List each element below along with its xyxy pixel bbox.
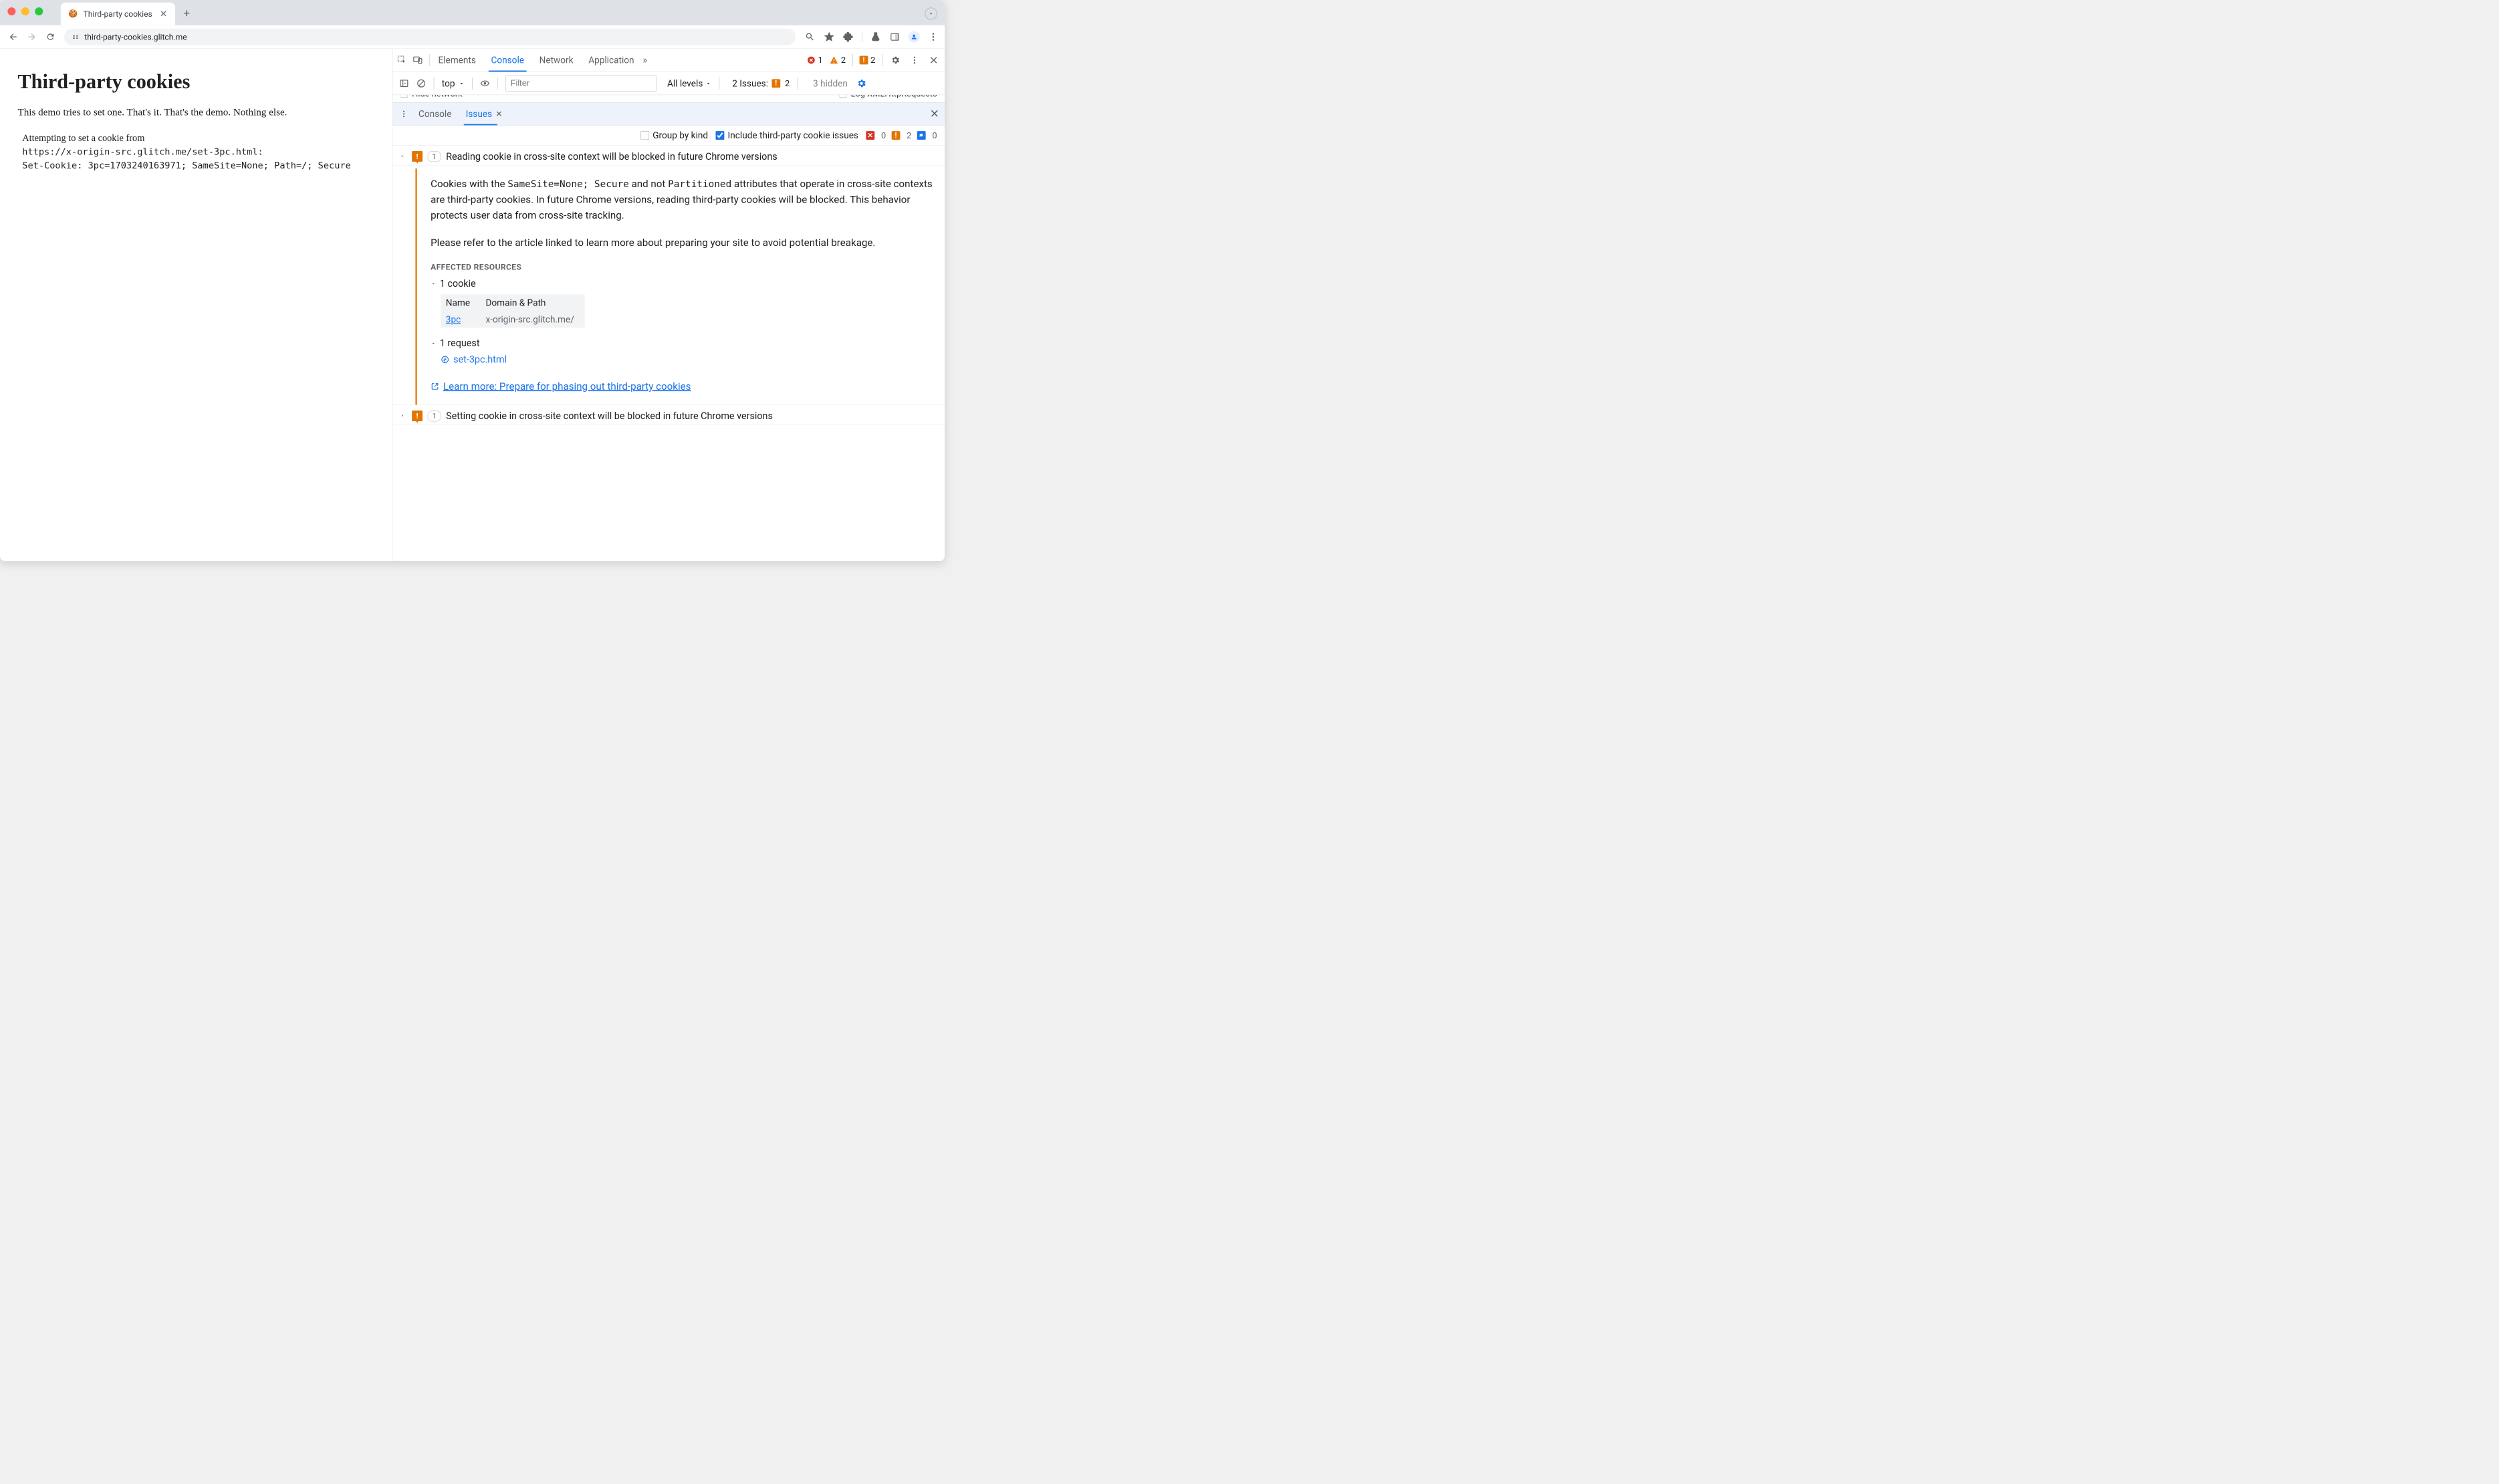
- info-count-icon: [917, 131, 926, 140]
- window-minimize-icon[interactable]: [21, 7, 29, 15]
- issue-count: 1: [428, 410, 441, 421]
- issue-count: 1: [428, 151, 441, 162]
- tab-title: Third-party cookies: [83, 9, 152, 19]
- affected-resources-heading: Affected Resources: [431, 262, 937, 271]
- issue-title: Setting cookie in cross-site context wil…: [446, 410, 773, 422]
- drawer-close-icon[interactable]: [929, 108, 939, 120]
- bookmark-icon[interactable]: [824, 31, 835, 42]
- learn-more-link[interactable]: Learn more: Prepare for phasing out thir…: [431, 380, 937, 392]
- log-line: https://x-origin-src.glitch.me/set-3pc.h…: [22, 145, 374, 158]
- devtools-menu-icon[interactable]: [909, 53, 921, 66]
- tab-console[interactable]: Console: [485, 49, 531, 72]
- warning-count-icon: !: [892, 131, 901, 140]
- forward-button[interactable]: [24, 29, 39, 45]
- drawer-tab-console[interactable]: Console: [413, 102, 457, 125]
- zoom-icon[interactable]: [804, 31, 816, 42]
- url-text: third-party-cookies.glitch.me: [84, 32, 187, 41]
- warning-badge[interactable]: 2: [830, 55, 846, 65]
- disclosure-icon[interactable]: [398, 411, 407, 420]
- issues-toolbar: Group by kind Include third-party cookie…: [392, 125, 945, 145]
- table-header: Domain & Path: [481, 294, 585, 311]
- show-sidebar-icon[interactable]: [399, 78, 408, 88]
- drawer-tab-close-icon[interactable]: ✕: [495, 109, 502, 118]
- drawer-tab-issues[interactable]: Issues ✕: [460, 102, 508, 125]
- profile-icon[interactable]: [909, 31, 920, 42]
- issue-body: Cookies with the SameSite=None; Secure a…: [415, 168, 945, 404]
- back-button[interactable]: [5, 29, 21, 45]
- issue-description: Cookies with the SameSite=None; Secure a…: [431, 176, 937, 223]
- page-log: Attempting to set a cookie from https://…: [17, 131, 374, 172]
- devtools: Elements Console Network Application » 1: [392, 49, 945, 562]
- more-tabs-icon[interactable]: »: [642, 54, 647, 66]
- console-settings-icon[interactable]: [855, 77, 868, 90]
- hide-network-checkbox[interactable]: [400, 95, 408, 98]
- filter-input[interactable]: [505, 75, 657, 91]
- new-tab-button[interactable]: +: [181, 7, 194, 20]
- tab-application[interactable]: Application: [582, 49, 640, 72]
- devtools-tabs: Elements Console Network Application » 1: [392, 49, 945, 72]
- titlebar: 🍪 Third-party cookies ✕ +: [0, 0, 945, 25]
- traffic-lights: [7, 7, 43, 15]
- page-title: Third-party cookies: [17, 70, 374, 93]
- reload-button[interactable]: [43, 29, 58, 45]
- log-xhr-checkbox[interactable]: [839, 95, 846, 98]
- group-by-kind-checkbox[interactable]: Group by kind: [640, 130, 708, 140]
- table-header: Name: [441, 294, 481, 311]
- disclosure-icon[interactable]: [398, 152, 407, 161]
- tab-network[interactable]: Network: [533, 49, 580, 72]
- levels-select[interactable]: All levels: [667, 78, 711, 89]
- issues-list: ! 1 Reading cookie in cross-site context…: [392, 146, 945, 561]
- include-3p-checkbox[interactable]: Include third-party cookie issues: [715, 130, 858, 140]
- device-toggle-icon[interactable]: [413, 55, 423, 65]
- breaking-change-icon: !: [412, 151, 423, 162]
- context-select[interactable]: top: [442, 78, 465, 89]
- request-group-toggle[interactable]: 1 request: [431, 338, 937, 349]
- window-maximize-icon[interactable]: [35, 7, 43, 15]
- labs-icon[interactable]: [870, 31, 881, 42]
- devtools-close-icon[interactable]: [927, 53, 940, 66]
- chrome-menu-icon[interactable]: [927, 31, 939, 42]
- issue-kind-counts: ✕0 !2 0: [866, 130, 937, 140]
- issue-row[interactable]: ! 1 Setting cookie in cross-site context…: [392, 405, 945, 425]
- error-badge[interactable]: 1: [807, 55, 823, 65]
- favicon-icon: 🍪: [68, 10, 78, 17]
- breaking-change-icon: !: [412, 410, 423, 421]
- error-count-icon: ✕: [866, 131, 874, 140]
- drawer-menu-icon[interactable]: [398, 108, 410, 120]
- live-expression-icon[interactable]: [480, 78, 489, 88]
- cookie-name-link[interactable]: 3pc: [446, 314, 461, 325]
- log-line: Attempting to set a cookie from: [22, 131, 374, 146]
- tabs-dropdown-icon[interactable]: [925, 7, 937, 19]
- page-paragraph: This demo tries to set one. That's it. T…: [17, 106, 374, 118]
- extensions-icon[interactable]: [842, 31, 854, 42]
- browser-tab[interactable]: 🍪 Third-party cookies ✕: [61, 3, 175, 25]
- clear-console-icon[interactable]: [416, 78, 426, 88]
- issues-count-button[interactable]: 2 Issues: ! 2: [732, 78, 790, 89]
- issue-title: Reading cookie in cross-site context wil…: [446, 151, 778, 162]
- toolbar: third-party-cookies.glitch.me: [0, 25, 945, 49]
- console-toolbar: top All levels 2 Issues: ! 2: [392, 72, 945, 95]
- window-close-icon[interactable]: [7, 7, 15, 15]
- page-content: Third-party cookies This demo tries to s…: [0, 49, 392, 562]
- table-row: 3pc x-origin-src.glitch.me/: [441, 311, 584, 328]
- tab-elements[interactable]: Elements: [432, 49, 483, 72]
- settings-icon[interactable]: [889, 53, 902, 66]
- cookie-table: Name Domain & Path 3pc x-origin-src.glit…: [441, 294, 584, 328]
- cookie-domain: x-origin-src.glitch.me/: [481, 311, 585, 328]
- issue-row[interactable]: ! 1 Reading cookie in cross-site context…: [392, 146, 945, 166]
- address-bar[interactable]: third-party-cookies.glitch.me: [64, 29, 796, 45]
- console-settings-row: Hide network Log XMLHttpRequests: [392, 95, 945, 102]
- inspect-icon[interactable]: [397, 55, 406, 65]
- issue-description: Please refer to the article linked to le…: [431, 235, 937, 250]
- hidden-messages[interactable]: 3 hidden: [813, 78, 848, 89]
- request-link[interactable]: set-3pc.html: [441, 354, 937, 366]
- cookie-group-toggle[interactable]: 1 cookie: [431, 278, 937, 289]
- log-line: Set-Cookie: 3pc=1703240163971; SameSite=…: [22, 159, 374, 172]
- sidepanel-icon[interactable]: [889, 31, 901, 42]
- drawer-tabs: Console Issues ✕: [392, 102, 945, 125]
- tab-close-icon[interactable]: ✕: [158, 9, 169, 19]
- site-settings-icon[interactable]: [72, 33, 80, 41]
- issues-badge[interactable]: ! 2: [860, 55, 876, 65]
